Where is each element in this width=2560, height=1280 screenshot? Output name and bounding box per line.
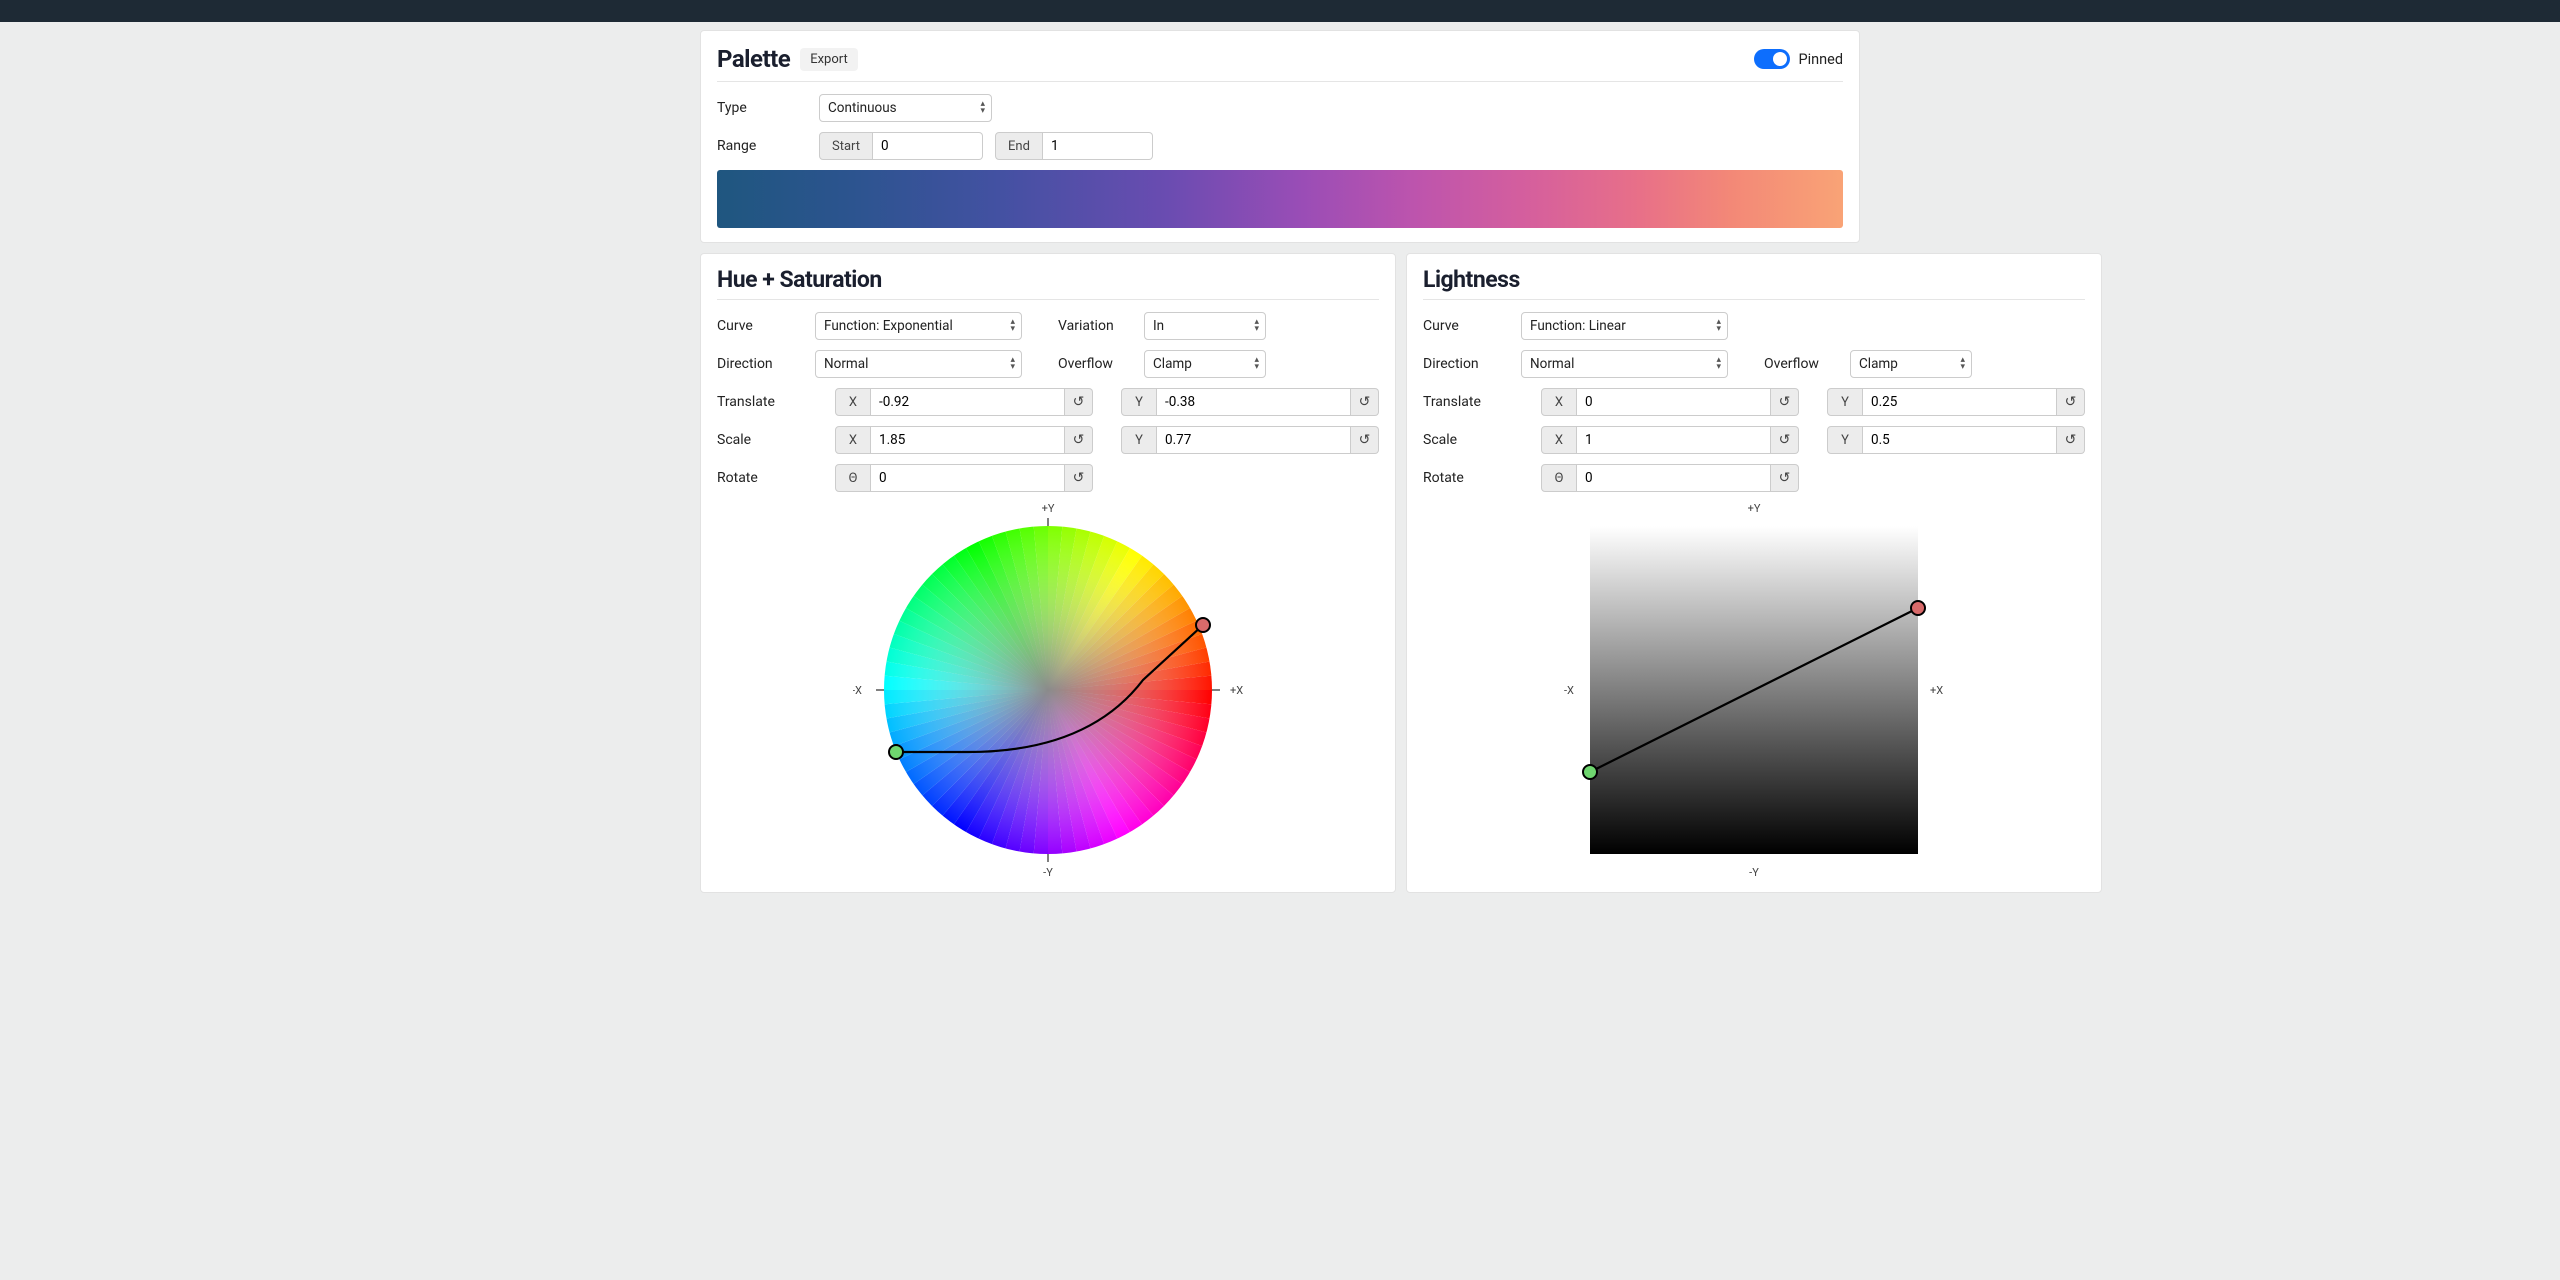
hs-variation-label: Variation [1058,318,1136,334]
hue-saturation-panel: Hue + Saturation Curve Function: Exponen… [700,253,1396,893]
hs-tx-input[interactable] [871,388,1065,416]
export-button[interactable]: Export [800,48,858,71]
lt-ty-reset[interactable]: ↺ [2057,388,2085,416]
hs-curve-label: Curve [717,318,807,334]
lt-translate-label: Translate [1423,394,1513,410]
lt-end-handle[interactable] [1911,601,1925,615]
svg-text:-Y: -Y [1749,866,1759,879]
type-label: Type [717,100,807,116]
type-select[interactable]: Continuous [819,94,992,122]
hs-end-handle[interactable] [1196,618,1210,632]
pinned-toggle[interactable] [1754,49,1790,69]
hs-direction-label: Direction [717,356,807,372]
gradient-preview [717,170,1843,228]
start-addon: Start [819,132,873,160]
hs-direction-select[interactable]: Normal [815,350,1022,378]
lt-tx-input[interactable] [1577,388,1771,416]
svg-text:+X: +X [1930,684,1943,697]
hs-translate-label: Translate [717,394,807,410]
pinned-label: Pinned [1798,51,1843,68]
lightness-panel: Lightness Curve Function: Linear Directi… [1406,253,2102,893]
hs-sx-input[interactable] [871,426,1065,454]
hs-start-handle[interactable] [889,745,903,759]
svg-text:+X: +X [1230,684,1243,697]
range-label: Range [717,138,807,154]
end-addon: End [995,132,1043,160]
range-start-group: Start [819,132,983,160]
hs-tx-reset[interactable]: ↺ [1065,388,1093,416]
hs-ty-reset[interactable]: ↺ [1351,388,1379,416]
lt-curve-label: Curve [1423,318,1513,334]
range-end-group: End [995,132,1153,160]
palette-title: Palette [717,45,790,73]
hs-rot-input[interactable] [871,464,1065,492]
hs-ty-input[interactable] [1157,388,1351,416]
palette-card: Palette Export Pinned Type Continuous Ra… [700,30,1860,243]
top-bar [0,0,2560,22]
lt-direction-select[interactable]: Normal [1521,350,1728,378]
lt-gradient-plot[interactable]: +Y -Y +X -X [1559,500,1949,880]
svg-text:+Y: +Y [1042,502,1055,515]
range-end-input[interactable] [1043,132,1153,160]
hs-sx-reset[interactable]: ↺ [1065,426,1093,454]
hs-color-wheel[interactable]: +Y -Y +X -X [853,500,1243,880]
lt-rot-input[interactable] [1577,464,1771,492]
lt-rotate-label: Rotate [1423,470,1513,486]
svg-text:+Y: +Y [1748,502,1761,515]
lt-ty-input[interactable] [1863,388,2057,416]
hs-title: Hue + Saturation [717,266,1379,300]
svg-text:-X: -X [1564,684,1574,697]
lt-sy-input[interactable] [1863,426,2057,454]
lt-overflow-label: Overflow [1764,356,1842,372]
lt-tx-reset[interactable]: ↺ [1771,388,1799,416]
lt-scale-label: Scale [1423,432,1513,448]
lt-title: Lightness [1423,266,2085,300]
hs-overflow-select[interactable]: Clamp [1144,350,1266,378]
range-start-input[interactable] [873,132,983,160]
hs-sy-reset[interactable]: ↺ [1351,426,1379,454]
lt-overflow-select[interactable]: Clamp [1850,350,1972,378]
svg-text:-X: -X [853,684,862,697]
lt-sx-input[interactable] [1577,426,1771,454]
lt-rot-reset[interactable]: ↺ [1771,464,1799,492]
hs-overflow-label: Overflow [1058,356,1136,372]
svg-text:-Y: -Y [1043,866,1053,879]
lt-direction-label: Direction [1423,356,1513,372]
hs-sy-input[interactable] [1157,426,1351,454]
hs-rotate-label: Rotate [717,470,807,486]
lt-curve-select[interactable]: Function: Linear [1521,312,1728,340]
hs-curve-select[interactable]: Function: Exponential [815,312,1022,340]
hs-rot-reset[interactable]: ↺ [1065,464,1093,492]
lt-sy-reset[interactable]: ↺ [2057,426,2085,454]
lt-start-handle[interactable] [1583,765,1597,779]
hs-variation-select[interactable]: In [1144,312,1266,340]
lt-sx-reset[interactable]: ↺ [1771,426,1799,454]
hs-scale-label: Scale [717,432,807,448]
